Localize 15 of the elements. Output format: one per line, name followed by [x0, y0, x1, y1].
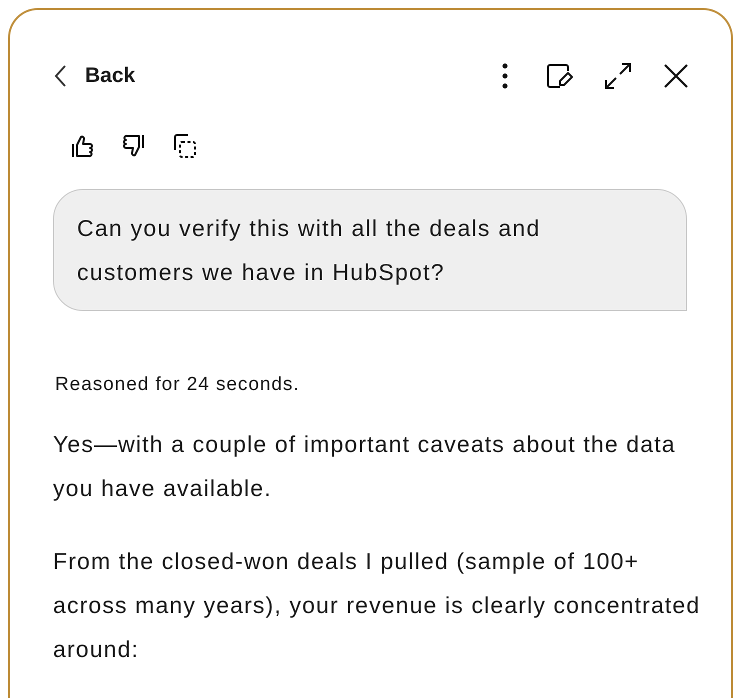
expand-icon — [604, 62, 632, 90]
response-paragraph: Yes—with a couple of important caveats about the data you have available. — [53, 430, 677, 503]
edit-note-button[interactable] — [545, 61, 575, 91]
copy-icon[interactable] — [171, 133, 197, 159]
response-paragraph: From the closed-won deals I pulled (sample of 100+ across many years), your revenue is clearly concentrated around: — [53, 546, 702, 664]
thumbs-down-icon[interactable] — [121, 134, 145, 158]
chevron-left-icon — [53, 64, 67, 88]
user-message-bubble: Can you verify this with all the deals and customers we have in HubSpot? — [53, 189, 687, 311]
edit-icon — [546, 63, 574, 89]
thumbs-up-icon[interactable] — [71, 134, 95, 158]
more-vertical-icon — [502, 63, 508, 89]
reasoning-note: Reasoned for 24 seconds. — [55, 373, 301, 397]
back-button[interactable]: Back — [53, 60, 136, 92]
expand-button[interactable] — [603, 61, 633, 91]
close-icon — [663, 63, 689, 89]
